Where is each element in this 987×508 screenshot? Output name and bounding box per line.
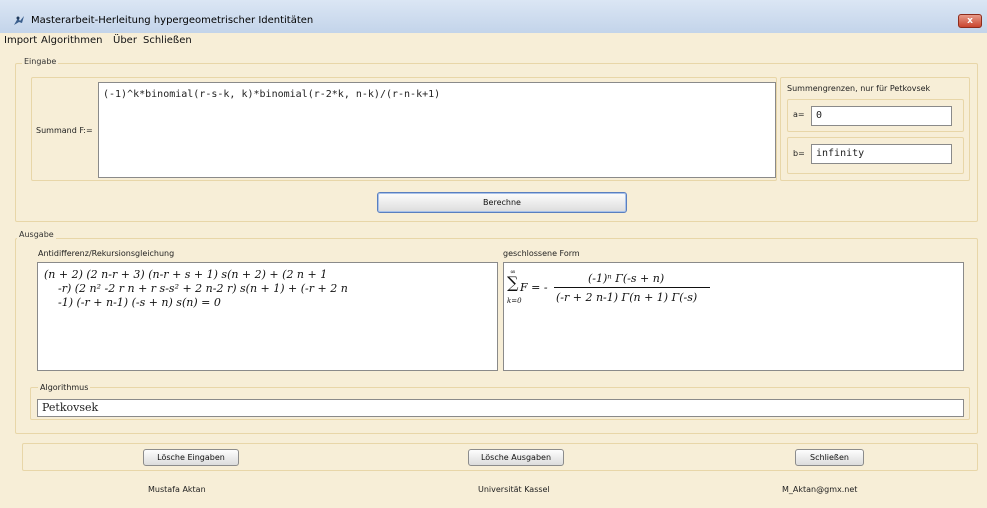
antidiff-title: Antidifferenz/Rekursionsgleichung	[38, 249, 175, 258]
menu-item-schliessen[interactable]: Schließen	[143, 35, 192, 46]
fraction-bar	[554, 287, 710, 288]
footer-author: Mustafa Aktan	[148, 485, 206, 494]
close-window-button[interactable]: x	[958, 14, 982, 28]
app-window: Masterarbeit-Herleitung hypergeometrisch…	[0, 0, 987, 508]
antidiff-output[interactable]: (n + 2) (2 n-r + 3) (n-r + s + 1) s(n + …	[37, 262, 498, 371]
algorithm-field[interactable]: Petkovsek	[37, 399, 964, 417]
bird-icon	[14, 16, 24, 25]
closed-form-lhs: F = -	[520, 281, 548, 294]
closed-form-denominator: (-r + 2 n-1) Γ(n + 1) Γ(-s)	[556, 291, 698, 304]
a-label: a=	[793, 110, 805, 119]
footer-email: M_Aktan@gmx.net	[782, 485, 858, 494]
antidiff-line-2: -r) (2 n² -2 r n + r s-s² + 2 n-2 r) s(n…	[58, 282, 348, 295]
summand-textarea[interactable]: (-1)^k*binomial(r-s-k, k)*binomial(r-2*k…	[98, 82, 776, 178]
close-button[interactable]: Schließen	[795, 449, 864, 466]
eingabe-group-title: Eingabe	[22, 57, 59, 66]
closed-form-output[interactable]: ∞ ∑ k=0 F = - (-1)ⁿ Γ(-s + n) (-r + 2 n-…	[503, 262, 964, 371]
a-input[interactable]: 0	[811, 106, 952, 126]
antidiff-line-3: -1) (-r + n-1) (-s + n) s(n) = 0	[58, 296, 221, 309]
closed-form-title: geschlossene Form	[503, 249, 580, 258]
antidiff-line-1: (n + 2) (2 n-r + 3) (n-r + s + 1) s(n + …	[44, 268, 328, 281]
clear-inputs-button[interactable]: Lösche Eingaben	[143, 449, 239, 466]
menu-item-import[interactable]: Import	[4, 35, 37, 46]
ausgabe-group-title: Ausgabe	[17, 230, 56, 239]
b-input[interactable]: infinity	[811, 144, 952, 164]
window-title: Masterarbeit-Herleitung hypergeometrisch…	[31, 15, 314, 26]
sum-symbol: ∑	[507, 273, 519, 292]
title-bar: Masterarbeit-Herleitung hypergeometrisch…	[0, 0, 987, 33]
summand-text: (-1)^k*binomial(r-s-k, k)*binomial(r-2*k…	[103, 89, 441, 100]
menu-item-algorithmen[interactable]: Algorithmen	[41, 35, 102, 46]
footer-university: Universität Kassel	[478, 485, 550, 494]
berechne-button[interactable]: Berechne	[377, 192, 627, 213]
menu-item-ueber[interactable]: Über	[113, 35, 137, 46]
menu-bar: Import Algorithmen Über Schließen	[0, 33, 987, 49]
sum-lower-limit: k=0	[507, 297, 522, 305]
b-label: b=	[793, 149, 805, 158]
close-icon: x	[967, 16, 973, 26]
clear-outputs-button[interactable]: Lösche Ausgaben	[468, 449, 564, 466]
bounds-title: Summengrenzen, nur für Petkovsek	[787, 84, 931, 93]
summand-label: Summand F:=	[36, 126, 93, 135]
algorithm-title: Algorithmus	[38, 383, 91, 392]
closed-form-numerator: (-1)ⁿ Γ(-s + n)	[588, 272, 665, 285]
